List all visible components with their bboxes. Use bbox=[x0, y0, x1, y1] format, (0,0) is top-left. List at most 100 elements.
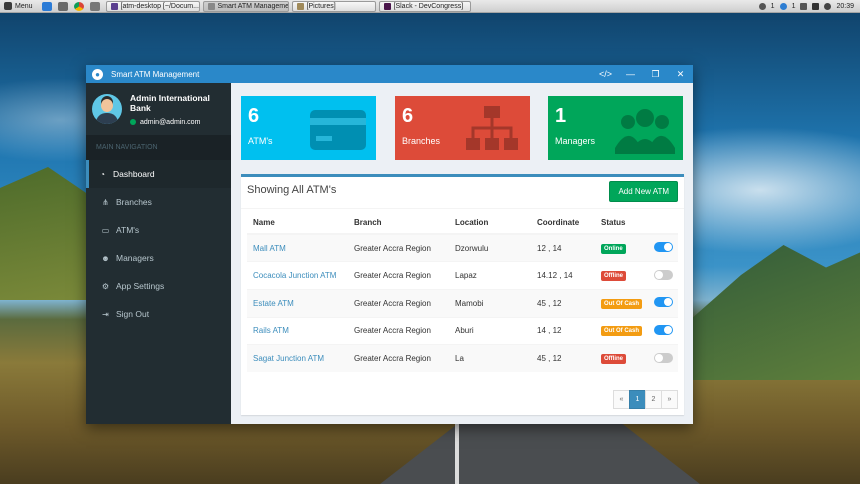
atm-enable-toggle[interactable] bbox=[654, 297, 673, 308]
status-badge: Offline bbox=[601, 271, 626, 282]
taskbar-task[interactable]: Smart ATM Management bbox=[202, 0, 289, 12]
sitemap-icon bbox=[462, 104, 522, 154]
pagination-page-1[interactable]: 1 bbox=[629, 390, 646, 409]
atm-name-link[interactable]: Cocacola Junction ATM bbox=[253, 271, 336, 280]
taskbar-task-label: Smart ATM Management bbox=[217, 2, 289, 10]
toggle-cell bbox=[648, 233, 678, 262]
sidebar-item-atm-s[interactable]: ▭ ATM's bbox=[86, 216, 231, 244]
coordinate-cell: 14.12 , 14 bbox=[531, 261, 595, 290]
atm-name-link[interactable]: Estate ATM bbox=[253, 299, 294, 308]
status-cell: Out Of Cash bbox=[595, 288, 648, 318]
stat-box-managers[interactable]: 1 Managers bbox=[548, 96, 683, 160]
close-button[interactable]: ✕ bbox=[668, 65, 693, 83]
atm-name-cell: Sagat Junction ATM bbox=[247, 344, 348, 373]
location-cell: Lapaz bbox=[449, 261, 531, 290]
sitemap-icon: ⋔ bbox=[102, 197, 109, 207]
stat-label: ATM's bbox=[248, 136, 273, 146]
sidebar-item-branches[interactable]: ⋔ Branches bbox=[86, 188, 231, 216]
user-name: Admin International Bank bbox=[130, 92, 210, 113]
atm-list-panel: Showing All ATM's Add New ATM Name Branch… bbox=[241, 174, 684, 415]
sidebar-item-sign-out[interactable]: ⇥ Sign Out bbox=[86, 300, 231, 328]
taskbar-task-list: [atm-desktop [~/Docum... Smart ATM Manage… bbox=[103, 0, 471, 12]
location-cell: Mamobi bbox=[449, 288, 531, 318]
atm-enable-toggle[interactable] bbox=[654, 352, 673, 363]
minimize-button[interactable]: — bbox=[618, 65, 643, 83]
atm-table: Name Branch Location Coordinate Status Mall … bbox=[247, 211, 678, 373]
chrome-launcher-icon[interactable] bbox=[73, 1, 84, 11]
terminal-launcher-icon[interactable] bbox=[57, 1, 68, 11]
location-cell: Aburi bbox=[449, 316, 531, 345]
atm-name-link[interactable]: Mall ATM bbox=[253, 244, 286, 253]
branch-cell: Greater Accra Region bbox=[348, 233, 449, 262]
nav-header: MAIN NAVIGATION bbox=[86, 135, 231, 160]
pagination: «1 2» bbox=[613, 390, 678, 409]
branch-cell: Greater Accra Region bbox=[348, 261, 449, 290]
panel-title: Showing All ATM's bbox=[247, 184, 337, 196]
taskbar-task[interactable]: [Pictures] bbox=[291, 0, 376, 12]
toggle-cell bbox=[648, 261, 678, 290]
status-badge: Offline bbox=[601, 354, 626, 365]
column-header-name[interactable]: Name bbox=[247, 211, 348, 235]
maximize-button[interactable]: ❐ bbox=[643, 65, 668, 83]
sidebar-item-dashboard[interactable]: ◔ Dashboard bbox=[86, 160, 231, 188]
start-menu-button[interactable]: Menu bbox=[0, 0, 39, 13]
taskbar-task-label: [Slack - DevCongress] bbox=[393, 2, 464, 10]
coordinate-cell: 14 , 12 bbox=[531, 316, 595, 345]
sidebar-item-managers[interactable]: ☻ Managers bbox=[86, 244, 231, 272]
network-icon[interactable] bbox=[800, 2, 808, 10]
atm-name-link[interactable]: Sagat Junction ATM bbox=[253, 354, 324, 363]
sidebar-item-label: App Settings bbox=[116, 281, 165, 291]
atm-enable-toggle[interactable] bbox=[654, 242, 673, 253]
table-row: Sagat Junction ATM Greater Accra Region La… bbox=[247, 344, 678, 373]
atm-name-cell: Estate ATM bbox=[247, 288, 348, 318]
terminal-icon bbox=[110, 2, 118, 10]
atm-enable-toggle[interactable] bbox=[654, 269, 673, 280]
sidebar-item-app-settings[interactable]: ⚙ App Settings bbox=[86, 272, 231, 300]
clock[interactable]: 20:39 bbox=[836, 3, 854, 10]
bluetooth-icon[interactable] bbox=[779, 2, 787, 10]
coordinate-cell: 45 , 12 bbox=[531, 288, 595, 318]
tray-count-2: 1 bbox=[791, 2, 796, 10]
files-launcher-icon[interactable] bbox=[89, 1, 100, 11]
avatar bbox=[92, 94, 122, 124]
taskbar: Menu [atm-desktop [~/Docum... Smart ATM M… bbox=[0, 0, 860, 13]
volume-icon[interactable] bbox=[824, 2, 832, 10]
pagination-page-2[interactable]: 2 bbox=[645, 390, 662, 409]
stat-box-atms[interactable]: 6 ATM's bbox=[241, 96, 376, 160]
show-desktop-icon[interactable] bbox=[41, 1, 52, 11]
status-badge: Out Of Cash bbox=[601, 326, 643, 337]
window-titlebar[interactable]: ● Smart ATM Management </> — ❐ ✕ bbox=[86, 65, 693, 83]
status-cell: Offline bbox=[595, 261, 648, 290]
panel-divider bbox=[241, 208, 684, 209]
online-status-icon bbox=[130, 119, 136, 125]
taskbar-task[interactable]: [atm-desktop [~/Docum... bbox=[105, 0, 200, 12]
slack-icon bbox=[383, 2, 391, 10]
user-info: Admin International Bank admin@admin.com bbox=[130, 93, 231, 126]
atm-name-link[interactable]: Rails ATM bbox=[253, 326, 289, 335]
window-controls: </> — ❐ ✕ bbox=[593, 65, 693, 83]
battery-icon[interactable] bbox=[812, 2, 820, 10]
stat-number: 6 bbox=[402, 105, 414, 127]
status-cell: Online bbox=[595, 233, 648, 262]
branch-cell: Greater Accra Region bbox=[348, 316, 449, 345]
status-cell: Offline bbox=[595, 344, 648, 373]
atm-enable-toggle[interactable] bbox=[654, 324, 673, 335]
info-icon[interactable] bbox=[758, 2, 766, 10]
status-badge: Online bbox=[601, 243, 626, 254]
add-new-atm-button[interactable]: Add New ATM bbox=[609, 181, 678, 202]
column-header-location[interactable]: Location bbox=[449, 211, 531, 235]
taskbar-task-label: [atm-desktop [~/Docum... bbox=[120, 2, 199, 10]
cogs-icon: ⚙ bbox=[101, 281, 110, 291]
stat-box-branches[interactable]: 6 Branches bbox=[395, 96, 530, 160]
taskbar-task[interactable]: [Slack - DevCongress] bbox=[378, 0, 471, 12]
window-title: Smart ATM Management bbox=[111, 69, 200, 79]
column-header-branch[interactable]: Branch bbox=[348, 211, 449, 235]
pagination-next-button[interactable]: » bbox=[661, 390, 678, 409]
column-header-coordinate[interactable]: Coordinate bbox=[531, 211, 595, 235]
pagination-prev-button[interactable]: « bbox=[613, 390, 630, 409]
coordinate-cell: 45 , 12 bbox=[531, 344, 595, 373]
dev-tools-icon[interactable]: </> bbox=[593, 65, 618, 83]
status-badge: Out Of Cash bbox=[601, 298, 643, 309]
sidebar-item-label: Managers bbox=[116, 253, 154, 263]
column-header-status[interactable]: Status bbox=[595, 211, 648, 235]
